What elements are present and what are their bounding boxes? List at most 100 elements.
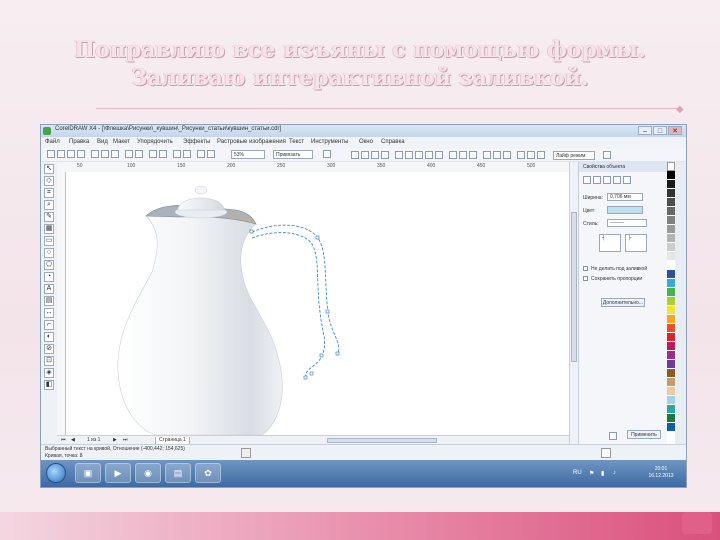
options-icon[interactable] xyxy=(323,150,331,158)
rectangle-tool-icon[interactable]: ▭ xyxy=(44,236,54,246)
open-icon[interactable] xyxy=(57,150,65,158)
swatch[interactable] xyxy=(667,306,675,315)
ellipse-tool-icon[interactable]: ○ xyxy=(44,248,54,258)
to-curve-icon[interactable] xyxy=(405,151,413,159)
text-tool-icon[interactable]: A xyxy=(44,284,54,294)
crop-tool-icon[interactable]: ⌗ xyxy=(44,188,54,198)
explorer-taskbar-icon[interactable]: ▣ xyxy=(75,463,101,483)
path-node[interactable] xyxy=(319,353,324,358)
import-icon[interactable] xyxy=(149,150,157,158)
maximize-button[interactable]: □ xyxy=(653,126,667,135)
break-curve-icon[interactable] xyxy=(381,151,389,159)
scale-proportion-checkbox[interactable] xyxy=(583,276,588,281)
swatch[interactable] xyxy=(667,414,675,423)
swatch[interactable] xyxy=(667,279,675,288)
blend-tool-icon[interactable]: ◐ xyxy=(44,332,54,342)
swatch[interactable] xyxy=(667,396,675,405)
zoom-icon[interactable] xyxy=(197,150,205,158)
path-node[interactable] xyxy=(249,229,254,234)
redo-icon[interactable] xyxy=(135,150,143,158)
menu-text[interactable]: Текст xyxy=(289,139,304,145)
last-page-icon[interactable]: ⏭ xyxy=(123,437,128,443)
swatch[interactable] xyxy=(667,387,675,396)
fill-tool-icon[interactable]: ◈ xyxy=(44,368,54,378)
welcome-icon[interactable] xyxy=(183,150,191,158)
table-tool-icon[interactable]: ▤ xyxy=(44,296,54,306)
undo-icon[interactable] xyxy=(125,150,133,158)
smart-fill-icon[interactable]: ▦ xyxy=(44,224,54,234)
node-add-icon[interactable] xyxy=(351,151,359,159)
path-node[interactable] xyxy=(335,351,340,356)
coreldraw-taskbar-icon[interactable]: ✿ xyxy=(195,463,221,483)
swatch[interactable] xyxy=(667,423,675,432)
interactive-fill-icon[interactable]: ◧ xyxy=(44,380,54,390)
cut-icon[interactable] xyxy=(91,150,99,158)
swatch[interactable] xyxy=(667,342,675,351)
snap-select[interactable]: Привязать xyxy=(273,150,313,159)
close-button[interactable]: ✕ xyxy=(668,126,682,135)
drawing-canvas[interactable] xyxy=(66,172,569,436)
zoom-level-select[interactable]: 53% xyxy=(231,150,265,159)
menu-bitmaps[interactable]: Растровые изображения xyxy=(217,139,286,145)
menu-edit[interactable]: Правка xyxy=(69,139,89,145)
menu-help[interactable]: Справка xyxy=(381,139,405,145)
path-node[interactable] xyxy=(315,235,320,240)
start-arrow-select[interactable]: ┤ xyxy=(599,234,621,252)
rotate-nodes-icon[interactable] xyxy=(493,151,501,159)
menu-layout[interactable]: Макет xyxy=(113,139,130,145)
curve-smoothness-select[interactable]: Лайф режим xyxy=(553,151,595,160)
swatch[interactable] xyxy=(667,225,675,234)
swatch[interactable] xyxy=(667,207,675,216)
extend-curve-icon[interactable] xyxy=(459,151,467,159)
menu-arrange[interactable]: Упорядочить xyxy=(137,139,173,145)
dimension-tool-icon[interactable]: ↔ xyxy=(44,308,54,318)
swatch[interactable] xyxy=(667,405,675,414)
system-clock[interactable]: 20:01 16.12.2013 xyxy=(639,466,683,480)
align-nodes-icon[interactable] xyxy=(503,151,511,159)
cusp-node-icon[interactable] xyxy=(415,151,423,159)
menu-effects[interactable]: Эффекты xyxy=(183,139,210,145)
lock-icon[interactable] xyxy=(609,432,617,440)
vertical-scrollbar[interactable] xyxy=(569,162,578,444)
summary-tab-icon[interactable] xyxy=(623,176,631,184)
swatch[interactable] xyxy=(667,234,675,243)
swatch[interactable] xyxy=(667,315,675,324)
swatch[interactable] xyxy=(667,180,675,189)
general-tab-icon[interactable] xyxy=(603,176,611,184)
swatch[interactable] xyxy=(667,216,675,225)
outline-width-select[interactable]: 0,706 мм xyxy=(607,193,643,201)
node-delete-icon[interactable] xyxy=(361,151,369,159)
menu-view[interactable]: Вид xyxy=(97,139,108,145)
join-nodes-icon[interactable] xyxy=(371,151,379,159)
curve-tab-icon[interactable] xyxy=(613,176,621,184)
copy-icon[interactable] xyxy=(101,150,109,158)
minimize-button[interactable]: – xyxy=(638,126,652,135)
swatch[interactable] xyxy=(667,198,675,207)
corel-online-icon[interactable] xyxy=(207,150,215,158)
swatch[interactable] xyxy=(667,369,675,378)
outline-tool-icon[interactable]: ⊡ xyxy=(44,356,54,366)
outline-color-picker[interactable] xyxy=(607,206,643,214)
zoom-tool-icon[interactable]: ⌕ xyxy=(44,200,54,210)
jug-body[interactable] xyxy=(117,212,283,436)
path-node[interactable] xyxy=(325,309,330,314)
freehand-tool-icon[interactable]: ✎ xyxy=(44,212,54,222)
advanced-button[interactable]: Дополнительно... xyxy=(601,298,645,307)
outline-style-select[interactable]: ──── xyxy=(607,219,647,227)
menu-window[interactable]: Окно xyxy=(359,139,373,145)
app-launcher-icon[interactable] xyxy=(173,150,181,158)
path-node[interactable] xyxy=(303,375,308,380)
scroll-thumb[interactable] xyxy=(571,212,577,362)
smooth-node-icon[interactable] xyxy=(425,151,433,159)
fill-tab-icon[interactable] xyxy=(583,176,591,184)
save-icon[interactable] xyxy=(67,150,75,158)
polygon-tool-icon[interactable]: ⬠ xyxy=(44,260,54,270)
swatch[interactable] xyxy=(667,378,675,387)
print-icon[interactable] xyxy=(77,150,85,158)
swatch[interactable] xyxy=(667,252,675,261)
swatch[interactable] xyxy=(667,261,675,270)
shape-tool-icon[interactable]: ◇ xyxy=(44,176,54,186)
end-arrow-select[interactable]: ├ xyxy=(625,234,647,252)
export-icon[interactable] xyxy=(159,150,167,158)
pick-tool-icon[interactable]: ↖ xyxy=(44,164,54,174)
